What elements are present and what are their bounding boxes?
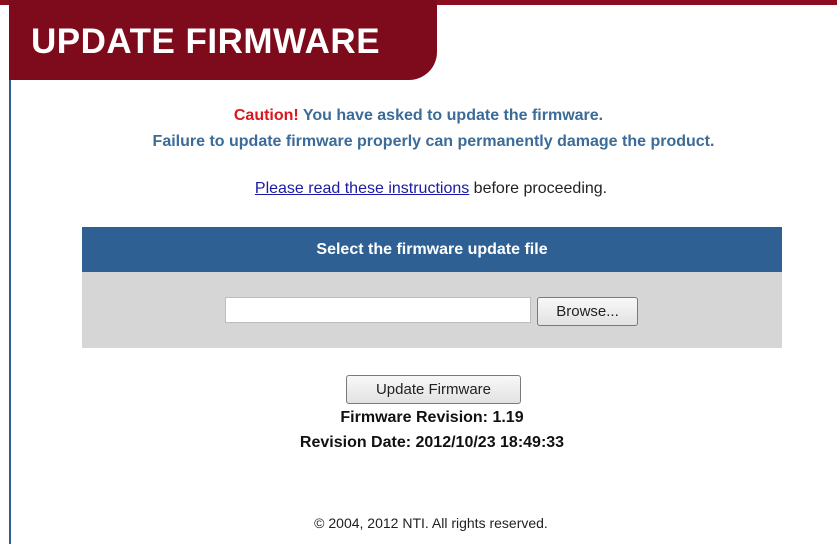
firmware-revision: Firmware Revision: 1.19 bbox=[340, 409, 524, 426]
title-tab: UPDATE FIRMWARE bbox=[9, 0, 437, 80]
firmware-file-input[interactable] bbox=[225, 297, 531, 323]
copyright-footer: © 2004, 2012 NTI. All rights reserved. bbox=[314, 515, 548, 531]
firmware-update-page: UPDATE FIRMWARE Caution! You have asked … bbox=[0, 0, 837, 544]
caution-word: Caution! bbox=[233, 107, 299, 124]
failure-warning: Failure to update firmware properly can … bbox=[152, 133, 715, 150]
update-firmware-button[interactable]: Update Firmware bbox=[346, 375, 521, 404]
browse-button[interactable]: Browse... bbox=[537, 297, 638, 326]
instructions-line: Please read these instructions before pr… bbox=[0, 180, 837, 198]
caution-message: Caution! You have asked to update the fi… bbox=[0, 107, 837, 125]
caution-text: You have asked to update the firmware. bbox=[298, 107, 604, 124]
instructions-trailing-text: before proceeding. bbox=[469, 180, 608, 197]
file-panel-body: Browse... bbox=[82, 272, 782, 348]
instructions-link[interactable]: Please read these instructions bbox=[255, 180, 469, 197]
file-panel-header: Select the firmware update file bbox=[82, 227, 782, 272]
revision-date: Revision Date: 2012/10/23 18:49:33 bbox=[299, 434, 565, 451]
page-title: UPDATE FIRMWARE bbox=[31, 22, 381, 61]
